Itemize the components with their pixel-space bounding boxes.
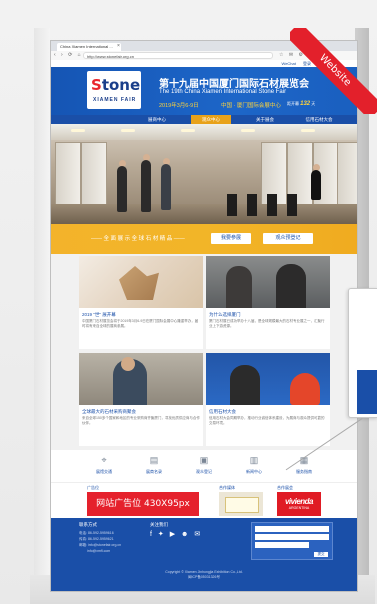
news-card[interactable]: 全球最大的石材采购商聚会 来自全球150多个国家和地区的专业采购商齐聚厦门，寻找…	[79, 353, 203, 446]
hero-image	[51, 124, 357, 224]
news-card[interactable]: 为什么选择厦门 厦门石材展已成功举办十八届，是全球规模最大的石材专业展之一，汇聚…	[206, 256, 330, 349]
form-name-input[interactable]	[255, 526, 329, 532]
media-partner-logo[interactable]	[219, 492, 263, 516]
document-icon: ▥	[249, 455, 259, 465]
news-image	[206, 256, 330, 308]
service-register[interactable]: ▣ 观众登记	[183, 450, 225, 482]
promo-banner: —— 全 面 展 示 全 球 石 材 精 品 —— 我要参展 观众预登记	[51, 224, 357, 254]
logo-subtitle: XIAMEN FAIR	[93, 97, 137, 103]
news-desc: 厦门石材展已成功举办十八届，是全球规模最大的石材专业展之一，汇聚行业上下游资源。	[209, 319, 325, 328]
nav-about[interactable]: 关于展会	[245, 115, 285, 124]
nav-visitor[interactable]: 观众中心	[191, 115, 231, 124]
news-section: 2019 "世" 展开幕 中国厦门石材展览会将于2019年3月6-9日在厦门国际…	[51, 254, 357, 450]
contact-line: 传真: 86-592-5959621	[79, 537, 114, 541]
url-field[interactable]: http://www.stonefair.org.cn	[83, 52, 273, 59]
service-news[interactable]: ▥ 新闻中心	[233, 450, 275, 482]
site-footer: 联系方式 电话: 86-592-5959616 传真: 86-592-59596…	[51, 518, 357, 591]
form-message-input[interactable]	[255, 542, 309, 548]
tab-close-icon[interactable]: ×	[117, 43, 120, 49]
partner-fair-label: 合作展会	[277, 485, 293, 490]
ad-banner[interactable]: 网站广告位 430X95px	[87, 492, 199, 516]
contact-line: info@xmfl.com	[87, 549, 111, 553]
website-ribbon: Website	[290, 28, 377, 114]
ad-label: 广告位	[87, 485, 99, 490]
news-title: 全球最大的石材采购商聚会	[82, 409, 136, 414]
vivienda-logo[interactable]: vivienda ARGENTINA	[277, 492, 321, 516]
stone-fair-logo[interactable]: Stone XIAMEN FAIR	[87, 71, 141, 109]
ribbon-label: Website	[290, 28, 377, 114]
map-pin-icon: ⌖	[101, 455, 107, 465]
news-desc: 来自全球150多个国家和地区的专业采购商齐聚厦门，寻找优质供应商与合作伙伴。	[82, 416, 200, 425]
id-card-icon: ▣	[199, 455, 209, 465]
zoom-callout-blue	[357, 370, 377, 414]
fair-title-cn: 第十九届中国厦门国际石材展览会	[159, 79, 309, 90]
ads-section: 广告位 网站广告位 430X95px 合作媒体 合作展会 vivienda AR…	[51, 482, 357, 519]
contact-line: 电话: 86-592-5959616	[79, 531, 114, 535]
social-icons[interactable]: f ✦ ▶ ☻ ✉	[150, 530, 202, 538]
news-card[interactable]: 2019 "世" 展开幕 中国厦门石材展览会将于2019年3月6-9日在厦门国际…	[79, 256, 203, 349]
fair-date: 2019年3月6-9日	[159, 103, 199, 109]
service-bar: ⌖ 展馆交通 ▤ 展商名录 ▣ 观众登记 ▥ 新闻中心 ▦ 服务指南	[51, 450, 357, 482]
news-image	[79, 256, 203, 308]
news-title: 为什么选择厦门	[209, 312, 241, 317]
copyright: Copyright © Xiamen Jinhongjia Exhibition…	[165, 570, 243, 579]
news-card[interactable]: 信用石材大会 信用石材大会同期举办，推动行业诚信体系建设，为展商与观众提供可靠的…	[206, 353, 330, 446]
backdrop-shadow-left	[34, 28, 50, 596]
banner-slogan: —— 全 面 展 示 全 球 石 材 精 品 ——	[91, 236, 185, 242]
contact-line: 邮箱: info@stonefair.org.cn	[79, 543, 122, 547]
visitor-register-button[interactable]: 观众预登记	[263, 233, 313, 244]
nav-exhibitor[interactable]: 展商中心	[137, 115, 177, 124]
follow-heading: 关注我们	[150, 522, 168, 527]
service-transport[interactable]: ⌖ 展馆交通	[83, 450, 125, 482]
logo-wordmark: Stone	[91, 76, 141, 94]
news-image	[79, 353, 203, 405]
contact-heading: 联系方式	[79, 522, 97, 527]
browser-window: China Xiamen International ... × ‹ › ⟳ ⌂…	[50, 40, 358, 592]
news-image	[206, 353, 330, 405]
message-form: 提交	[251, 522, 333, 560]
fair-title-en: The 19th China Xiamen International Ston…	[159, 89, 287, 95]
book-icon: ▤	[149, 455, 159, 465]
browser-nav-icons[interactable]: ‹ › ⟳ ⌂	[54, 52, 83, 58]
form-phone-input[interactable]	[255, 534, 329, 540]
news-title: 信用石材大会	[209, 409, 236, 414]
fair-venue: 中国 · 厦门国际会展中心	[221, 103, 281, 109]
form-submit-button[interactable]: 提交	[314, 552, 328, 557]
nav-credit[interactable]: 信用石材大会	[299, 115, 339, 124]
media-label: 合作媒体	[219, 485, 235, 490]
browser-tab[interactable]: China Xiamen International ...	[57, 43, 121, 51]
service-directory[interactable]: ▤ 展商名录	[133, 450, 175, 482]
news-title: 2019 "世" 展开幕	[82, 312, 116, 317]
exhibit-button[interactable]: 我要参展	[211, 233, 251, 244]
main-nav: 展商中心 观众中心 关于展会 信用石材大会	[51, 115, 357, 124]
news-desc: 信用石材大会同期举办，推动行业诚信体系建设，为展商与观众提供可靠的交易环境。	[209, 416, 325, 425]
news-desc: 中国厦门石材展览会将于2019年3月6-9日在厦门国际会展中心隆重举办，届时将有…	[82, 319, 199, 328]
